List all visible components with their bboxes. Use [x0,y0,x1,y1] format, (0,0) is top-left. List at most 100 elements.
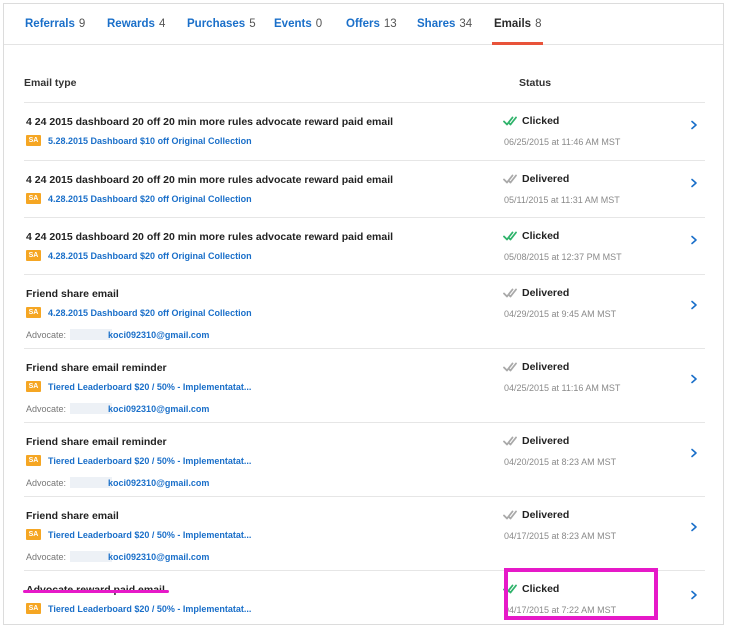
campaign-link[interactable]: Tiered Leaderboard $20 / 50% - Implement… [48,456,251,466]
chevron-right-icon[interactable] [689,448,699,458]
tab-label: Purchases [187,18,246,30]
tab-count: 34 [459,18,473,30]
check-double-icon [503,231,517,241]
email-type-title: 4 24 2015 dashboard 20 off 20 min more r… [26,174,394,186]
email-type-title: 4 24 2015 dashboard 20 off 20 min more r… [26,116,394,128]
table-row[interactable]: 4 24 2015 dashboard 20 off 20 min more r… [24,160,705,217]
campaign-link[interactable]: Tiered Leaderboard $20 / 50% - Implement… [48,382,251,392]
redacted-region [70,329,113,340]
table-row[interactable]: 4 24 2015 dashboard 20 off 20 min more r… [24,102,705,160]
tab-rewards[interactable]: Rewards 4 [107,18,165,45]
check-double-icon [503,174,517,184]
chevron-right-icon[interactable] [689,235,699,245]
check-double-icon [503,436,517,446]
column-header-email-type: Email type [24,77,77,89]
campaign-link[interactable]: 4.28.2015 Dashboard $20 off Original Col… [48,194,252,204]
status-label: Delivered [522,435,570,447]
status-timestamp: 06/25/2015 at 11:46 AM MST [504,137,621,147]
status: Delivered [503,435,569,447]
tab-label: Shares [417,18,456,30]
tab-label: Referrals [25,18,75,30]
table-row[interactable]: Friend share email SA 4.28.2015 Dashboard … [24,274,705,348]
email-type-title: 4 24 2015 dashboard 20 off 20 min more r… [26,231,394,243]
campaign: SA Tiered Leaderboard $20 / 50% - Impleme… [26,603,251,614]
redacted-region [70,477,113,488]
campaign-link[interactable]: Tiered Leaderboard $20 / 50% - Implement… [48,604,251,614]
campaign: SA 5.28.2015 Dashboard $10 off Original C… [26,135,252,146]
tab-events[interactable]: Events 0 [274,18,322,45]
tab-purchases[interactable]: Purchases 5 [187,18,256,45]
status-label: Clicked [522,230,560,242]
campaign-link[interactable]: 5.28.2015 Dashboard $10 off Original Col… [48,136,252,146]
status-label: Delivered [522,287,570,299]
sa-badge: SA [26,193,41,204]
status-timestamp: 04/29/2015 at 9:45 AM MST [504,309,617,319]
table-row[interactable]: Friend share email reminder SA Tiered Lead… [24,422,705,496]
sa-badge: SA [26,529,41,540]
status: Clicked [503,230,559,242]
tab-count: 13 [383,18,397,30]
table-row[interactable]: Friend share email reminder SA Tiered Lead… [24,348,705,422]
campaign-link[interactable]: 4.28.2015 Dashboard $20 off Original Col… [48,308,252,318]
sa-badge: SA [26,307,41,318]
campaign-link[interactable]: Tiered Leaderboard $20 / 50% - Implement… [48,530,251,540]
tab-count: 9 [78,18,86,30]
tab-offers[interactable]: Offers 13 [346,18,397,45]
chevron-right-icon[interactable] [689,120,699,130]
redacted-region [70,551,113,562]
status: Delivered [503,173,569,185]
status-label: Delivered [522,173,570,185]
tab-count: 4 [158,18,166,30]
email-type-title: Friend share email reminder [26,436,167,448]
chevron-right-icon[interactable] [689,300,699,310]
tab-emails[interactable]: Emails 8 [491,18,544,45]
chevron-right-icon[interactable] [689,522,699,532]
status-timestamp: 04/25/2015 at 11:16 AM MST [504,383,621,393]
table-row[interactable]: Friend share email SA Tiered Leaderboard $… [24,496,705,570]
redacted-region [70,403,113,414]
chevron-right-icon[interactable] [689,590,699,600]
status-label: Delivered [522,361,570,373]
check-double-icon [503,510,517,520]
campaign-link[interactable]: 4.28.2015 Dashboard $20 off Original Col… [48,251,252,261]
advocate-label: Advocate: [26,403,67,414]
table-row[interactable]: 4 24 2015 dashboard 20 off 20 min more r… [24,217,705,274]
tab-count: 8 [535,18,542,30]
advocate-email-link[interactable]: koci092310@gmail.com [108,478,209,488]
advocate-email-link[interactable]: koci092310@gmail.com [108,552,209,562]
status-timestamp: 05/11/2015 at 11:31 AM MST [504,195,620,205]
status-label: Clicked [522,115,560,127]
status-timestamp: 05/08/2015 at 12:37 PM MST [504,252,622,262]
column-header-status: Status [519,77,552,89]
status: Delivered [503,287,569,299]
tab-count: 5 [249,18,256,30]
campaign: SA Tiered Leaderboard $20 / 50% - Impleme… [26,455,251,466]
campaign: SA 4.28.2015 Dashboard $20 off Original C… [26,193,252,204]
tab-label: Events [274,18,312,30]
table-row[interactable]: Advocate reward paid email SA Tiered Leade… [24,570,705,624]
check-double-icon [503,288,517,298]
status-timestamp: 04/20/2015 at 8:23 AM MST [504,457,617,467]
advocate-line: Advocate: koci092310@gmail.com [26,477,209,488]
advocate-label: Advocate: [26,477,67,488]
campaign: SA Tiered Leaderboard $20 / 50% - Impleme… [26,381,251,392]
campaign: SA 4.28.2015 Dashboard $20 off Original C… [26,307,252,318]
advocate-email-link[interactable]: koci092310@gmail.com [108,330,209,340]
advocate-label: Advocate: [26,551,67,562]
chevron-right-icon[interactable] [689,374,699,384]
advocate-line: Advocate: koci092310@gmail.com [26,403,209,414]
status: Clicked [503,583,559,595]
email-type-title: Friend share email [26,510,119,522]
chevron-right-icon[interactable] [689,178,699,188]
tab-referrals[interactable]: Referrals 9 [25,18,85,45]
tab-bar: Referrals 9 Rewards 4 Purchases 5 Events 0 Offer… [4,4,723,45]
sa-badge: SA [26,135,41,146]
tab-shares[interactable]: Shares 34 [417,18,472,45]
advocate-email-link[interactable]: koci092310@gmail.com [108,404,209,414]
campaign: SA 4.28.2015 Dashboard $20 off Original C… [26,250,252,261]
status: Clicked [503,115,559,127]
advocate-line: Advocate: koci092310@gmail.com [26,329,209,340]
status-label: Clicked [522,583,560,595]
tab-count: 0 [315,18,323,30]
sa-badge: SA [26,603,41,614]
